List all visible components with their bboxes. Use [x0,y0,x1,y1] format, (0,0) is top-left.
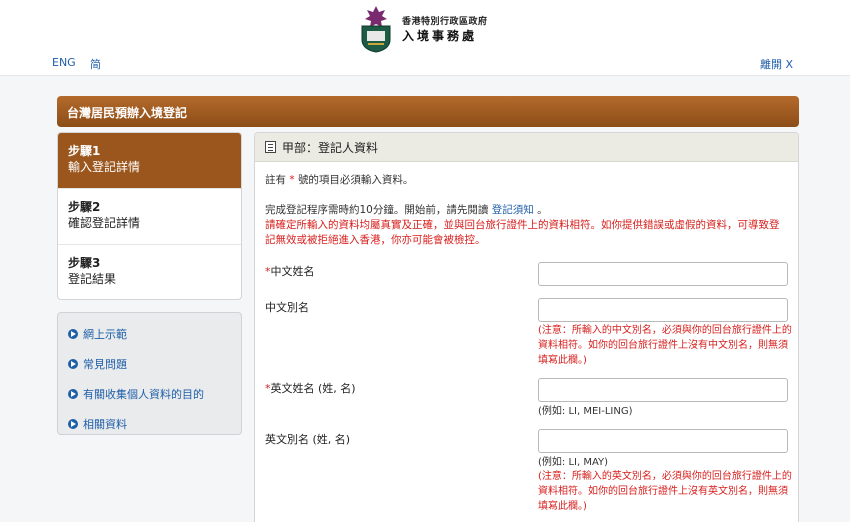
english-alias-example: (例如: LI, MAY) [538,457,609,468]
step-label: 登記結果 [68,272,117,286]
english-name-example: (例如: LI, MEI-LING) [538,406,633,417]
chinese-alias-input[interactable] [538,298,788,322]
link-online-demo[interactable]: 網上示範 [68,319,231,349]
registration-notes-link[interactable]: 登記須知 [492,204,534,216]
dept-name-line1: 香港特別行政區政府 [402,17,488,27]
english-alias-note: (注意：所輸入的英文別名，必須與你的回台旅行證件上的資料相符。如你的回台旅行證件… [538,471,792,512]
form-panel: 甲部：登記人資料 註有 * 號的項目必須輸入資料。 完成登記程序需時約10分鐘。… [254,132,799,522]
accuracy-warning: 請確定所輸入的資料均屬真實及正確，並與回台旅行證件上的資料相符。如你提供錯誤或虛… [265,219,780,246]
english-alias-label: 英文別名 (姓, 名) [265,433,351,446]
panel-title: 甲部：登記人資料 [282,140,379,155]
lang-english-link[interactable]: ENG [52,56,76,69]
page-title: 台灣居民預辦入境登記 [57,96,799,127]
emblem-icon [361,6,391,53]
step-2[interactable]: 步驟2 確認登記詳情 [58,189,241,245]
arrow-circle-icon [68,389,78,399]
step-1[interactable]: 步驟1 輸入登記詳情 [58,133,241,189]
step-label: 輸入登記詳情 [68,160,141,174]
chinese-alias-label: 中文別名 [265,301,309,314]
arrow-circle-icon [68,419,78,429]
immigration-logo: 香港特別行政區政府 入境事務處 [356,4,496,54]
chinese-alias-note: (注意：所輸入的中文別名，必須與你的回台旅行證件上的資料相符。如你的回台旅行證件… [538,325,792,366]
chinese-name-input[interactable] [538,262,788,286]
link-privacy-purpose[interactable]: 有關收集個人資料的目的 [68,379,231,409]
top-header: 香港特別行政區政府 入境事務處 ENG 简 離開 X [0,0,850,76]
arrow-circle-icon [68,329,78,339]
english-name-label: *英文姓名 (姓, 名) [265,382,356,395]
english-alias-input[interactable] [538,429,788,453]
arrow-circle-icon [68,359,78,369]
panel-header: 甲部：登記人資料 [255,133,798,162]
link-faq[interactable]: 常見問題 [68,349,231,379]
step-3[interactable]: 步驟3 登記結果 [58,245,241,299]
dept-name-line2: 入境事務處 [402,29,478,43]
chinese-name-label: *中文姓名 [265,265,315,278]
step-list: 步驟1 輸入登記詳情 步驟2 確認登記詳情 步驟3 登記結果 [57,132,242,300]
lang-simplified-link[interactable]: 简 [90,56,101,72]
intro-text: 完成登記程序需時約10分鐘。開始前，請先閱讀 登記須知 。 請確定所輸入的資料均… [265,203,785,248]
required-note: 註有 * 號的項目必須輸入資料。 [265,174,414,186]
step-number: 步驟3 [68,256,101,270]
leave-link[interactable]: 離開 X [760,56,793,72]
link-related-info[interactable]: 相關資料 [68,409,231,439]
step-number: 步驟1 [68,144,101,158]
step-label: 確認登記詳情 [68,216,141,230]
document-icon [265,141,276,153]
english-name-input[interactable] [538,378,788,402]
step-number: 步驟2 [68,200,101,214]
help-links: 網上示範 常見問題 有關收集個人資料的目的 相關資料 [57,312,242,435]
